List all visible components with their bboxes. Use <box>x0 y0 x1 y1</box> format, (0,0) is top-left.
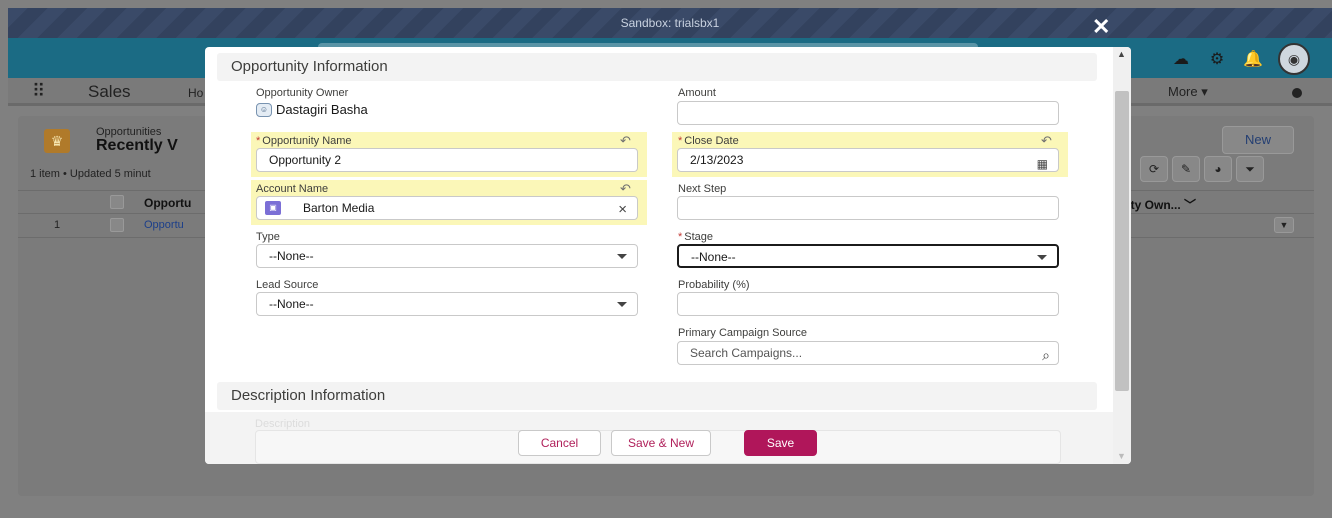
chevron-down-icon <box>617 302 627 307</box>
description-label: Description <box>255 418 311 430</box>
campaign-label: Primary Campaign Source <box>678 327 807 339</box>
sandbox-label: Sandbox: trialsbx1 <box>620 16 720 30</box>
owner-name[interactable]: Dastagiri Basha <box>276 102 368 117</box>
app-launcher-icon[interactable]: ⠿ <box>32 81 45 102</box>
row-opportunity-link[interactable]: Opportu <box>144 219 184 231</box>
filter-icon[interactable]: ⏷ <box>1236 156 1264 182</box>
section-description-information[interactable]: Description Information <box>217 382 1097 410</box>
opportunity-crown-icon: ♛ <box>44 129 70 153</box>
required-marker: * <box>678 135 683 147</box>
opportunity-name-label-text: Opportunity Name <box>262 135 352 147</box>
nav-more[interactable]: More ▾ <box>1168 84 1208 100</box>
campaign-placeholder: Search Campaigns... <box>690 346 803 360</box>
lead-source-select[interactable]: --None-- <box>256 292 638 316</box>
avatar[interactable]: ◉ <box>1278 43 1310 75</box>
header-icons: ☁ ⚙ 🔔 ◉ <box>1170 43 1310 75</box>
lead-source-label: Lead Source <box>256 279 319 291</box>
user-icon: ☺ <box>256 102 272 117</box>
new-opportunity-modal: Opportunity Information Opportunity Owne… <box>205 47 1131 464</box>
save-button[interactable]: Save <box>744 430 817 456</box>
scroll-up-icon[interactable]: ▲ <box>1117 49 1126 59</box>
account-name-label: Account Name <box>256 183 329 195</box>
edit-icon[interactable]: ✎ <box>1172 156 1200 182</box>
type-label: Type <box>256 231 280 243</box>
type-value: --None-- <box>269 249 314 263</box>
close-date-input[interactable]: 2/13/2023 ▦ <box>677 148 1059 172</box>
new-button[interactable]: New <box>1222 126 1294 154</box>
stage-label: * Stage <box>678 231 713 243</box>
stage-label-text: Stage <box>684 231 714 243</box>
amount-label: Amount <box>678 87 716 99</box>
opportunity-name-input[interactable]: Opportunity 2 <box>256 148 638 172</box>
modal-scrollbar[interactable]: ▲ ▼ <box>1113 47 1131 464</box>
clear-icon[interactable]: × <box>618 199 627 221</box>
stage-select[interactable]: --None-- <box>677 244 1059 268</box>
scroll-down-icon[interactable]: ▼ <box>1117 451 1126 461</box>
modal-body: Opportunity Information Opportunity Owne… <box>205 47 1113 412</box>
calendar-icon[interactable]: ▦ <box>1037 153 1048 175</box>
column-owner[interactable]: nity Own... ﹀ <box>1120 196 1196 213</box>
column-opportunity[interactable]: Opportu <box>144 196 191 210</box>
list-view-tools: ⟳ ✎ ◕ ⏷ <box>1140 156 1264 182</box>
undo-icon[interactable]: ↶ <box>620 181 631 197</box>
close-date-value: 2/13/2023 <box>690 153 744 167</box>
app-name: Sales <box>88 82 131 101</box>
owner-label: Opportunity Owner <box>256 87 349 99</box>
account-name-input[interactable]: ▣ Barton Media × <box>256 196 638 220</box>
search-icon[interactable]: ⌕ <box>1042 344 1050 366</box>
sandbox-bar: Sandbox: trialsbx1 <box>8 8 1332 38</box>
scroll-thumb[interactable] <box>1115 91 1129 391</box>
lead-source-value: --None-- <box>269 297 314 311</box>
probability-label: Probability (%) <box>678 279 750 291</box>
info-icon[interactable] <box>1292 88 1302 98</box>
gear-icon[interactable]: ⚙ <box>1206 49 1228 69</box>
chart-icon[interactable]: ◕ <box>1204 156 1232 182</box>
row-actions-menu[interactable]: ▼ <box>1274 217 1294 233</box>
next-step-label: Next Step <box>678 183 727 195</box>
close-date-label-text: Close Date <box>684 135 739 147</box>
section-opportunity-information[interactable]: Opportunity Information <box>217 53 1097 81</box>
owner-value: ☺ Dastagiri Basha <box>256 102 368 117</box>
account-icon: ▣ <box>265 201 281 215</box>
opportunity-name-label: * Opportunity Name <box>256 135 352 147</box>
select-all-checkbox[interactable] <box>110 195 124 209</box>
row-checkbox[interactable] <box>110 218 124 232</box>
probability-input[interactable] <box>677 292 1059 316</box>
list-view-meta: 1 item • Updated 5 minut <box>30 168 151 180</box>
close-date-label: * Close Date <box>678 135 739 147</box>
modal-close-button[interactable]: ✕ <box>1092 16 1110 38</box>
next-step-input[interactable] <box>677 196 1059 220</box>
save-and-new-button[interactable]: Save & New <box>611 430 711 456</box>
undo-icon[interactable]: ↶ <box>1041 133 1052 149</box>
undo-icon[interactable]: ↶ <box>620 133 631 149</box>
list-view-title[interactable]: Recently V <box>96 137 178 155</box>
chevron-down-icon <box>1037 255 1047 260</box>
row-number: 1 <box>54 219 61 231</box>
nav-tab-home[interactable]: Ho <box>188 86 203 100</box>
required-marker: * <box>256 135 261 147</box>
account-name-value: Barton Media <box>303 201 375 215</box>
required-marker: * <box>678 231 683 243</box>
campaign-search-input[interactable]: Search Campaigns... ⌕ <box>677 341 1059 365</box>
refresh-icon[interactable]: ⟳ <box>1140 156 1168 182</box>
chevron-down-icon <box>617 254 627 259</box>
cancel-button[interactable]: Cancel <box>518 430 601 456</box>
cloud-icon[interactable]: ☁ <box>1170 49 1192 69</box>
stage-value: --None-- <box>691 250 736 264</box>
amount-input[interactable] <box>677 101 1059 125</box>
bell-icon[interactable]: 🔔 <box>1242 49 1264 69</box>
modal-footer: Description Cancel Save & New Save <box>205 412 1113 464</box>
type-select[interactable]: --None-- <box>256 244 638 268</box>
